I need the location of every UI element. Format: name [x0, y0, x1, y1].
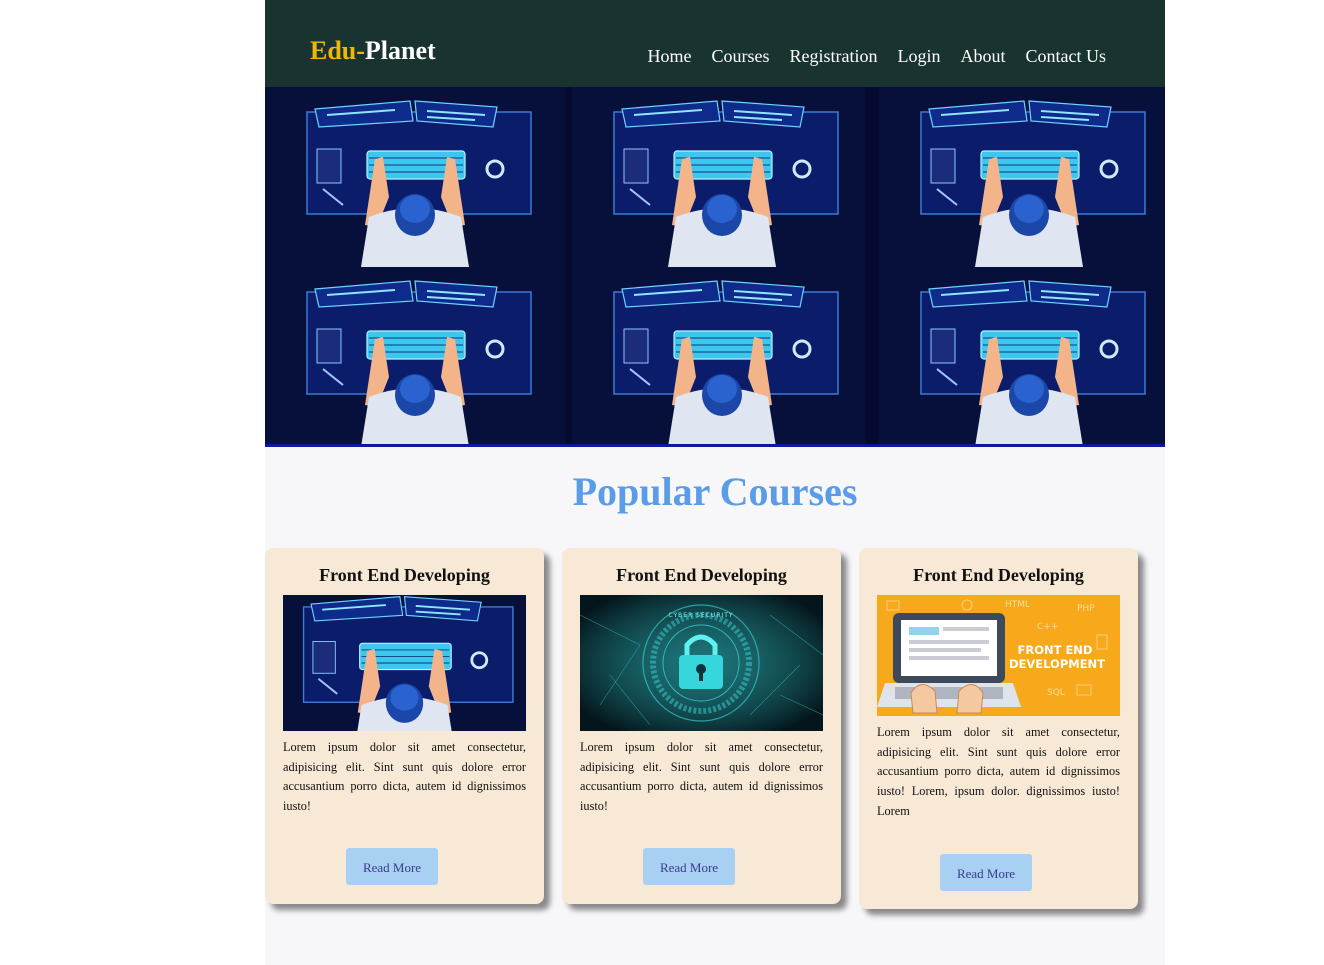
nav-contact-us[interactable]: Contact Us: [1026, 45, 1107, 67]
cyber-security-lock-image: CYBER SECURITY: [580, 595, 823, 731]
read-more-button[interactable]: Read More: [643, 848, 735, 885]
hero-image-pattern: [265, 87, 1165, 447]
main-nav: Home Courses Registration Login About Co…: [648, 45, 1107, 67]
hero-tile: [565, 267, 865, 447]
card-title: Front End Developing: [616, 565, 787, 585]
nav-home[interactable]: Home: [648, 45, 692, 67]
nav-registration[interactable]: Registration: [790, 45, 878, 67]
hero-tile: [565, 87, 865, 267]
card-description: Lorem ipsum dolor sit amet consectetur, …: [580, 740, 823, 814]
read-more-button[interactable]: Read More: [940, 854, 1032, 891]
site-header: Edu-Planet Home Courses Registration Log…: [265, 0, 1165, 87]
brand-logo-accent: Edu-: [310, 36, 365, 65]
course-card: Front End Developing CYBER SECURITY Lore…: [562, 548, 841, 904]
course-card: Front End Developing HTML PHP C++ SQL FR…: [859, 548, 1138, 909]
nav-about[interactable]: About: [961, 45, 1006, 67]
brand-logo[interactable]: Edu-Planet: [310, 36, 436, 66]
cyber-security-label: CYBER SECURITY: [668, 612, 733, 619]
brand-logo-text: Planet: [364, 36, 436, 65]
hero-tile: [265, 267, 565, 447]
developer-desk-image: [283, 595, 526, 731]
keyword-html: HTML: [1005, 600, 1030, 610]
page: Edu-Planet Home Courses Registration Log…: [265, 0, 1165, 965]
card-description: Lorem ipsum dolor sit amet consectetur, …: [283, 740, 526, 814]
course-card: Front End Developing Lorem ipsum dolor s…: [265, 548, 544, 904]
front-end-development-laptop-image: HTML PHP C++ SQL FRONT END DEVELOPMENT: [877, 595, 1120, 716]
front-end-development-label: FRONT END DEVELOPMENT: [1009, 643, 1105, 671]
keyword-sql: SQL: [1047, 688, 1065, 698]
read-more-button[interactable]: Read More: [346, 848, 438, 885]
hero-banner: [265, 87, 1165, 447]
card-description: Lorem ipsum dolor sit amet consectetur, …: [877, 725, 1120, 818]
card-title: Front End Developing: [913, 565, 1084, 585]
nav-login[interactable]: Login: [898, 45, 941, 67]
hero-tile: [865, 87, 1165, 267]
hero-divider: [265, 444, 1165, 447]
hero-tile: [865, 267, 1165, 447]
section-title: Popular Courses: [572, 469, 858, 514]
nav-courses[interactable]: Courses: [712, 45, 770, 67]
keyword-cpp: C++: [1037, 622, 1058, 632]
card-title: Front End Developing: [319, 565, 490, 585]
hero-tile: [265, 87, 565, 267]
keyword-php: PHP: [1077, 604, 1095, 614]
